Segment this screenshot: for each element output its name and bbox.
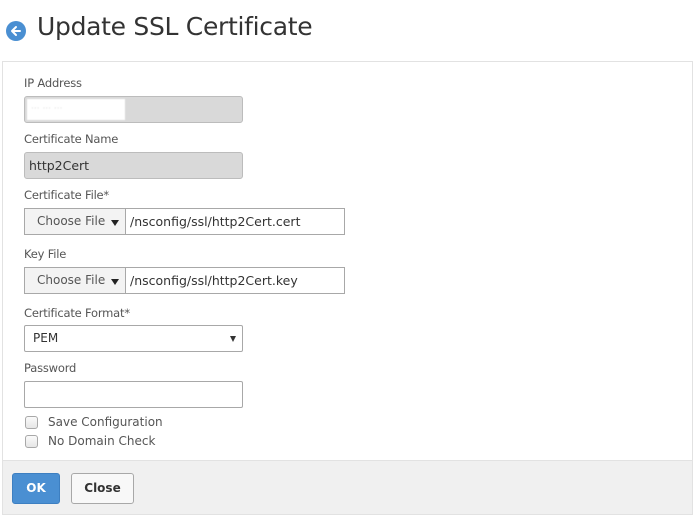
- caret-down-icon: [111, 279, 119, 285]
- caret-down-icon: [111, 220, 119, 226]
- certificate-file-row: Choose File /nsconfig/ssl/http2Cert.cert: [24, 208, 345, 235]
- form-panel: IP Address ··· ··· ··· Certificate Name …: [2, 61, 693, 461]
- key-file-label: Key File: [24, 247, 67, 261]
- key-file-row: Choose File /nsconfig/ssl/http2Cert.key: [24, 267, 345, 294]
- certificate-choose-file-button[interactable]: Choose File: [24, 208, 126, 235]
- password-input[interactable]: [24, 381, 243, 408]
- certificate-name-field: http2Cert: [24, 152, 243, 179]
- no-domain-check-checkbox[interactable]: [25, 435, 38, 448]
- certificate-format-label: Certificate Format*: [24, 306, 130, 320]
- password-label: Password: [24, 361, 77, 375]
- close-button[interactable]: Close: [71, 473, 134, 504]
- key-file-path-input[interactable]: /nsconfig/ssl/http2Cert.key: [125, 267, 345, 294]
- choose-file-label: Choose File: [37, 273, 106, 287]
- page-title: Update SSL Certificate: [37, 12, 313, 41]
- save-configuration-label: Save Configuration: [48, 415, 163, 429]
- back-button[interactable]: [6, 21, 26, 41]
- page-header: Update SSL Certificate: [0, 0, 693, 60]
- no-domain-check-label: No Domain Check: [48, 434, 156, 448]
- caret-down-icon: [230, 336, 236, 342]
- certificate-file-path-input[interactable]: /nsconfig/ssl/http2Cert.cert: [125, 208, 345, 235]
- ip-address-redacted-value: ··· ··· ···: [27, 99, 125, 120]
- certificate-name-label: Certificate Name: [24, 132, 119, 146]
- arrow-left-icon: [11, 26, 21, 36]
- choose-file-label: Choose File: [37, 214, 106, 228]
- ok-button[interactable]: OK: [12, 473, 60, 504]
- key-choose-file-button[interactable]: Choose File: [24, 267, 126, 294]
- certificate-file-label: Certificate File*: [24, 188, 109, 202]
- certificate-format-select[interactable]: PEM: [24, 325, 243, 352]
- certificate-format-value: PEM: [33, 331, 59, 345]
- dialog-footer: OK Close: [2, 460, 693, 515]
- ip-address-field: ··· ··· ···: [24, 96, 243, 123]
- save-configuration-checkbox[interactable]: [25, 416, 38, 429]
- ip-address-label: IP Address: [24, 76, 82, 90]
